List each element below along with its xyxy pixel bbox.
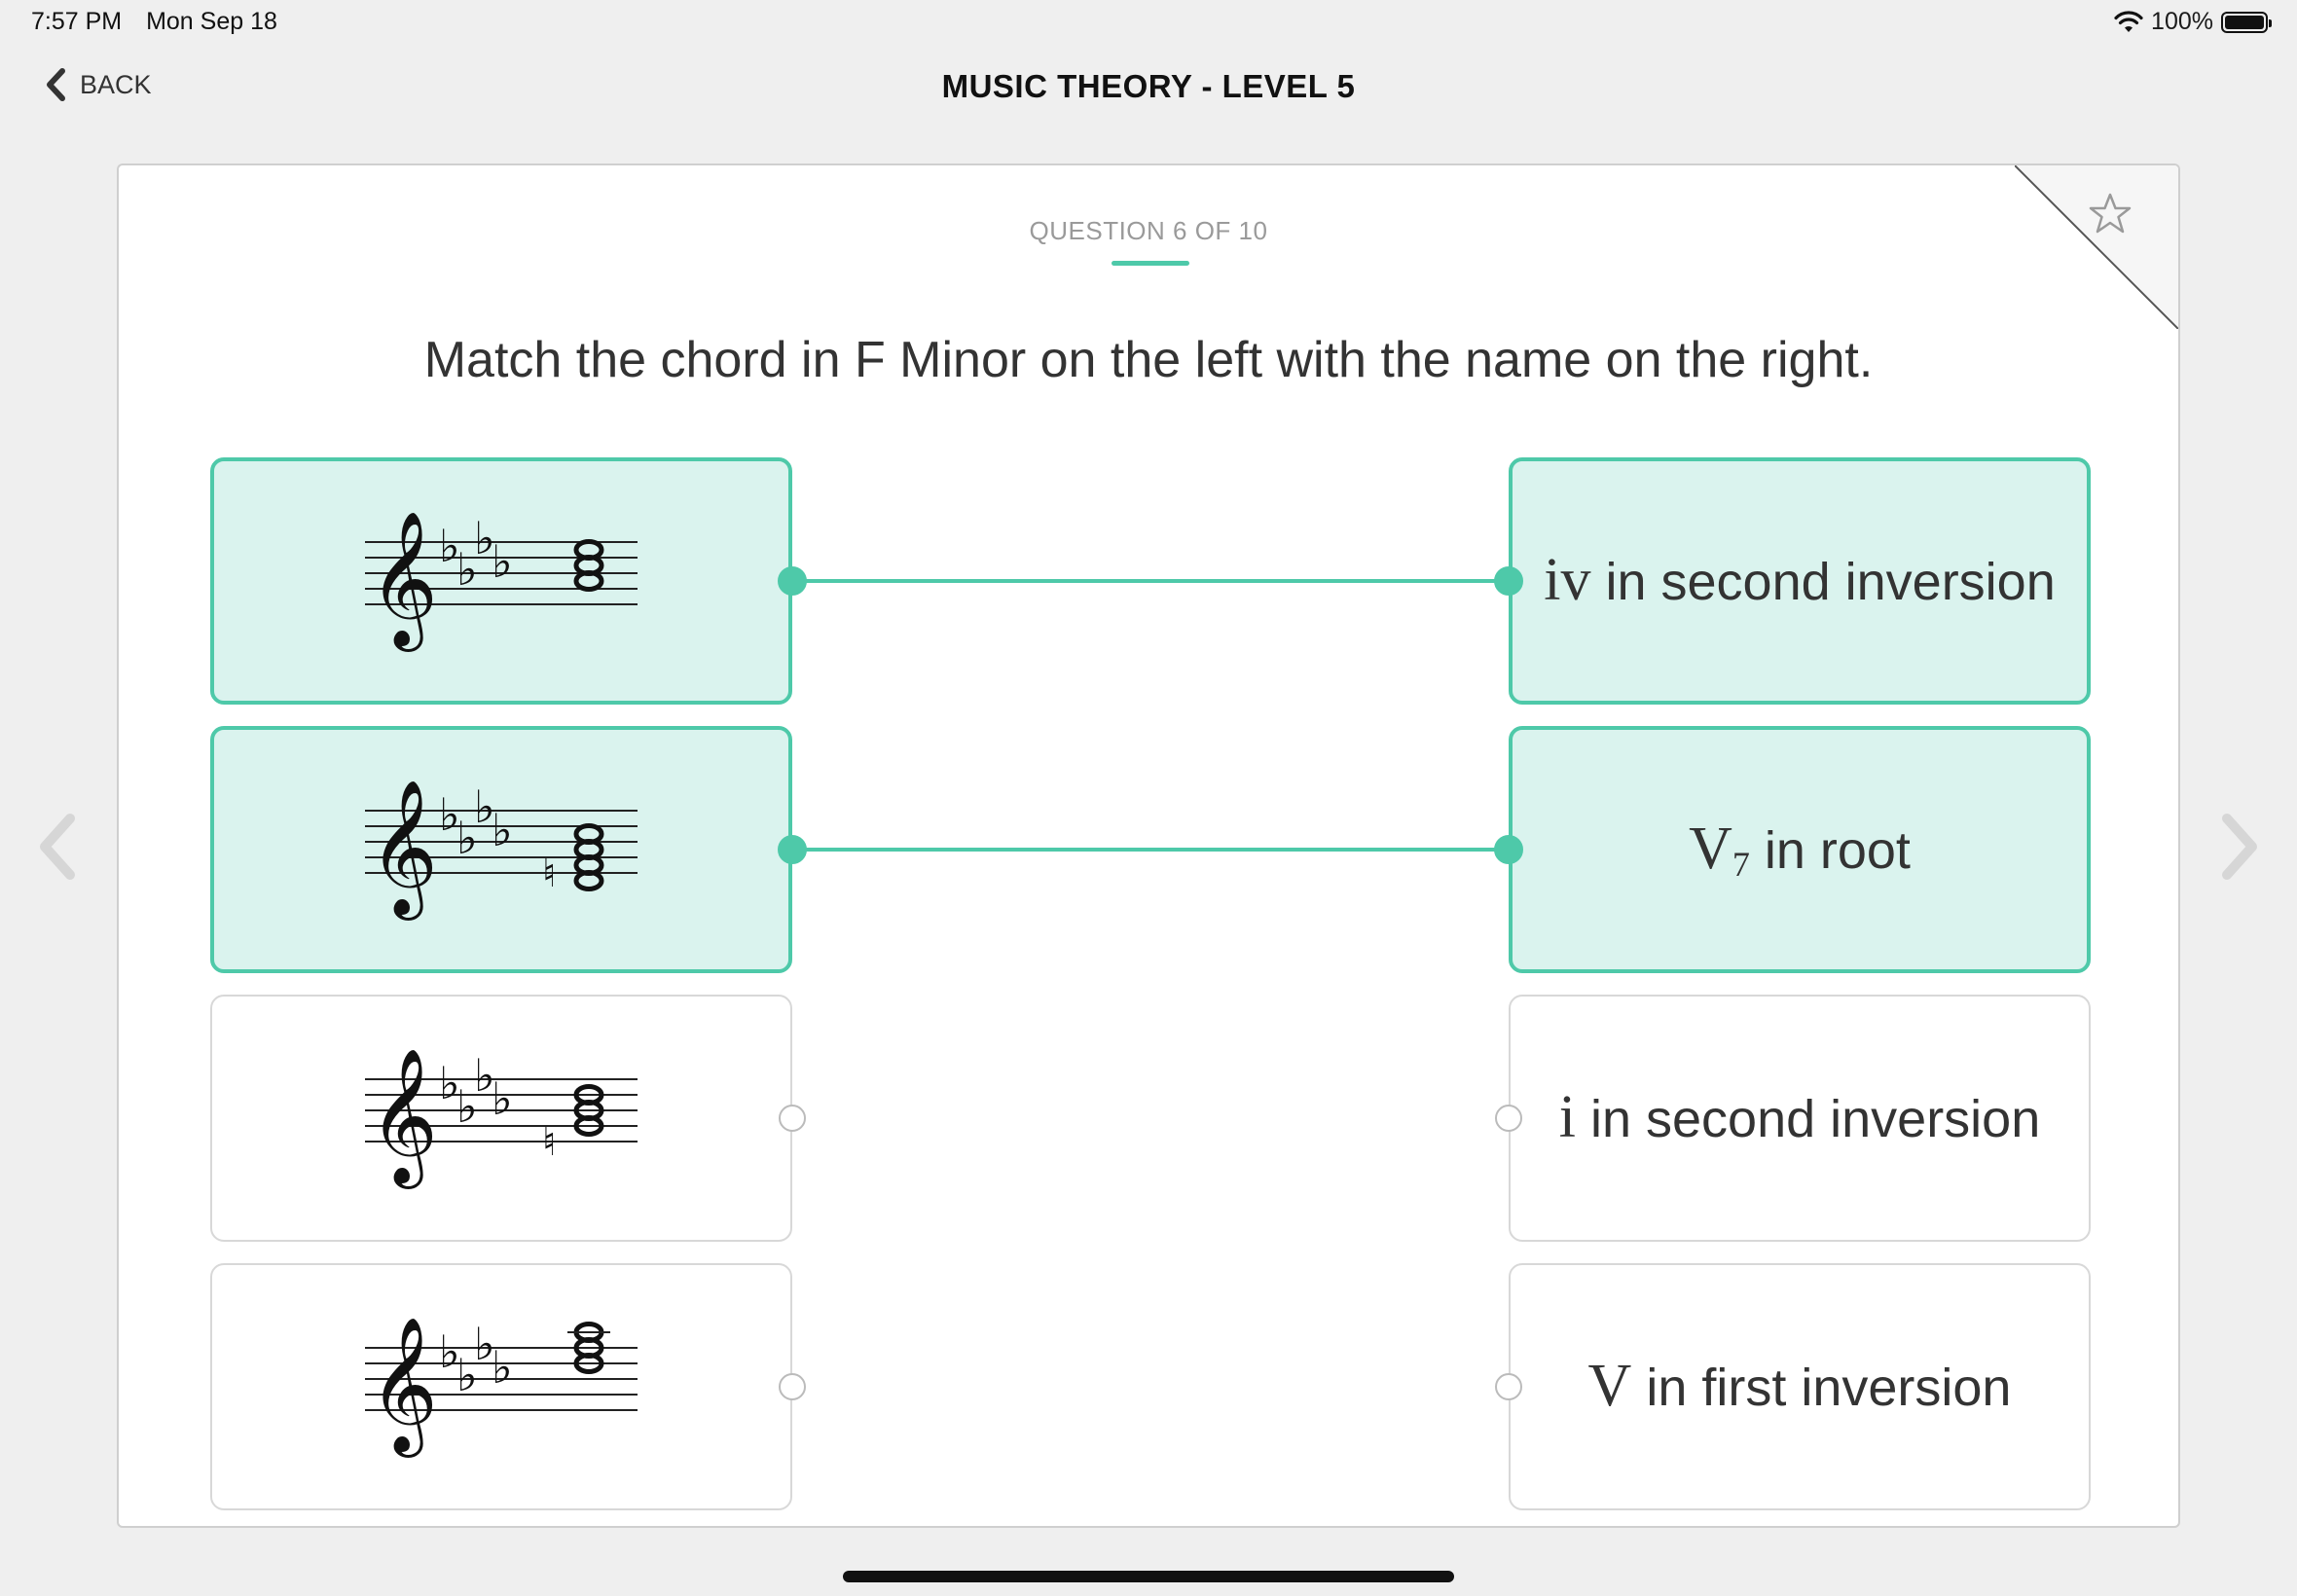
- chord-name-tile[interactable]: V7 in root: [1509, 726, 2091, 973]
- question-card: QUESTION 6 OF 10 Match the chord in F Mi…: [117, 163, 2180, 1528]
- question-counter: QUESTION 6 OF 10: [1029, 216, 1268, 245]
- chord-notation-image: 𝄞 ♭♭♭♭: [365, 1317, 638, 1458]
- svg-text:𝄞: 𝄞: [369, 780, 438, 921]
- svg-text:♭: ♭: [492, 804, 513, 856]
- chord-name-text: in root: [1749, 821, 1911, 880]
- status-time: 7:57 PM: [31, 8, 123, 35]
- svg-text:♭: ♭: [492, 1072, 513, 1125]
- battery-percent: 100%: [2151, 8, 2213, 35]
- chord-tile[interactable]: 𝄞 ♭ ♭ ♭ ♭: [210, 1263, 792, 1510]
- chord-name-tile[interactable]: V in first inversion: [1509, 1263, 2091, 1510]
- roman-numeral: i: [1558, 1084, 1576, 1150]
- roman-subscript: 7: [1732, 845, 1750, 884]
- previous-question-arrow[interactable]: [35, 813, 78, 886]
- next-question-arrow[interactable]: [2219, 813, 2262, 886]
- chord-name-text: in second inversion: [1575, 1090, 2041, 1148]
- chord-notation-image: 𝄞 ♭♭♭♭♮: [365, 1048, 638, 1189]
- chord-name-label: i in second inversion: [1559, 1083, 2041, 1153]
- chord-name-text: in second inversion: [1590, 553, 2056, 611]
- question-counter-underline: [1112, 261, 1189, 266]
- svg-text:𝄞: 𝄞: [369, 1048, 438, 1189]
- chord-name-tile[interactable]: i in second inversion: [1509, 995, 2091, 1242]
- chord-name-tile[interactable]: iv in second inversion: [1509, 457, 2091, 705]
- roman-numeral: iv: [1544, 547, 1591, 613]
- svg-text:♮: ♮: [542, 852, 556, 896]
- chord-tile[interactable]: 𝄞 ♭ ♭ ♭ ♭ ♮: [210, 995, 792, 1242]
- battery-icon: [2221, 11, 2272, 33]
- chord-notation-image: 𝄞 ♭♭♭♭: [365, 511, 638, 652]
- chord-name-label: iv in second inversion: [1544, 546, 2056, 616]
- chord-tile[interactable]: 𝄞 ♭ ♭ ♭ ♭ ♮: [210, 726, 792, 973]
- question-prompt: Match the chord in F Minor on the left w…: [423, 332, 1874, 388]
- chord-name-label: V in first inversion: [1588, 1352, 2012, 1422]
- page-title: MUSIC THEORY - LEVEL 5: [941, 68, 1356, 104]
- svg-text:♭: ♭: [492, 535, 513, 588]
- status-date: Mon Sep 18: [146, 8, 277, 35]
- svg-text:𝄞: 𝄞: [369, 511, 438, 652]
- roman-numeral: V: [1587, 1353, 1632, 1419]
- roman-numeral: V: [1689, 816, 1732, 882]
- status-bar-right: 100%: [2114, 8, 2272, 36]
- svg-text:♭: ♭: [492, 1341, 513, 1394]
- chord-tile[interactable]: 𝄞 ♭ ♭ ♭ ♭: [210, 457, 792, 705]
- home-indicator: [843, 1571, 1454, 1582]
- chevron-right-icon: [2222, 814, 2257, 880]
- chord-notation-image: 𝄞 ♭♭♭♭♮: [365, 780, 638, 921]
- chord-name-label: V7 in root: [1689, 815, 1911, 885]
- status-bar-left: 7:57 PM Mon Sep 18: [31, 8, 295, 36]
- chord-name-text: in first inversion: [1631, 1359, 2012, 1417]
- wifi-icon: [2114, 10, 2143, 32]
- svg-text:𝄞: 𝄞: [369, 1317, 438, 1458]
- chevron-left-icon: [40, 814, 75, 880]
- svg-text:♮: ♮: [542, 1120, 556, 1165]
